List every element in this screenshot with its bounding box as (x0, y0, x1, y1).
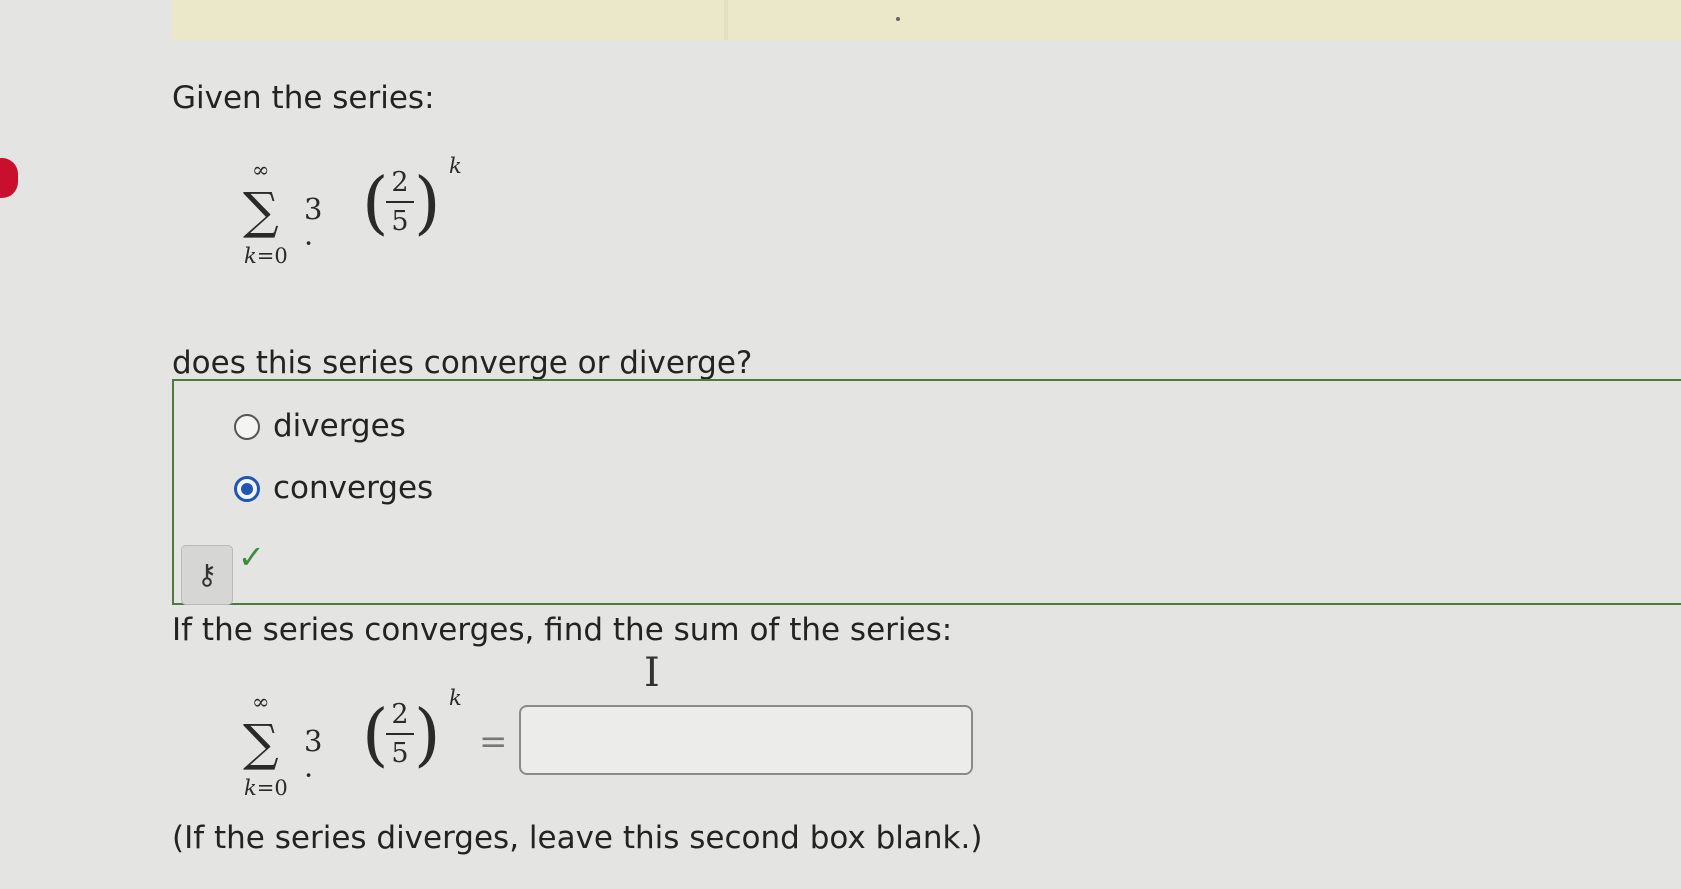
coefficient-2: 3 · (304, 724, 323, 792)
top-banner-dot (896, 17, 900, 21)
part1-prompt: does this series converge or diverge? (172, 345, 753, 381)
left-paren: ( (362, 164, 389, 243)
exponent-2: k (449, 686, 462, 710)
key-icon: ⚷ (196, 558, 218, 591)
radio-diverges[interactable] (234, 414, 260, 440)
sum-upper-limit-2: ∞ (252, 690, 270, 714)
option-label-converges[interactable]: converges (273, 470, 433, 506)
top-banner (172, 0, 1681, 40)
equals-sign: = (479, 722, 508, 762)
key-icon-button[interactable]: ⚷ (181, 545, 233, 605)
sigma-symbol: ∑ (243, 182, 279, 240)
radio-converges[interactable] (234, 476, 260, 502)
correct-check-icon: ✓ (238, 538, 265, 576)
sum-lower-limit-2: k=0 (244, 776, 288, 800)
fraction-numerator: 2 (391, 167, 409, 198)
sigma-symbol-2: ∑ (243, 714, 279, 772)
left-paren-2: ( (362, 696, 389, 775)
red-side-tab[interactable] (0, 158, 18, 198)
text-cursor-icon: I (644, 650, 660, 696)
coefficient: 3 · (304, 192, 323, 260)
top-banner-divider (724, 0, 728, 40)
right-paren-2: ) (414, 696, 441, 775)
fraction-2: 2 5 (386, 699, 414, 769)
fraction-denominator: 5 (391, 206, 409, 237)
fraction-denominator-2: 5 (391, 738, 409, 769)
fraction-numerator-2: 2 (391, 699, 409, 730)
sum-lower-limit: k=0 (244, 244, 288, 268)
right-paren: ) (414, 164, 441, 243)
sum-answer-input[interactable] (519, 705, 973, 775)
sum-upper-limit: ∞ (252, 158, 270, 182)
part2-prompt: If the series converges, find the sum of… (172, 612, 953, 648)
exponent: k (449, 154, 462, 178)
option-label-diverges[interactable]: diverges (273, 408, 406, 444)
blank-note: (If the series diverges, leave this seco… (172, 820, 983, 856)
fraction: 2 5 (386, 167, 414, 237)
intro-text: Given the series: (172, 80, 435, 116)
